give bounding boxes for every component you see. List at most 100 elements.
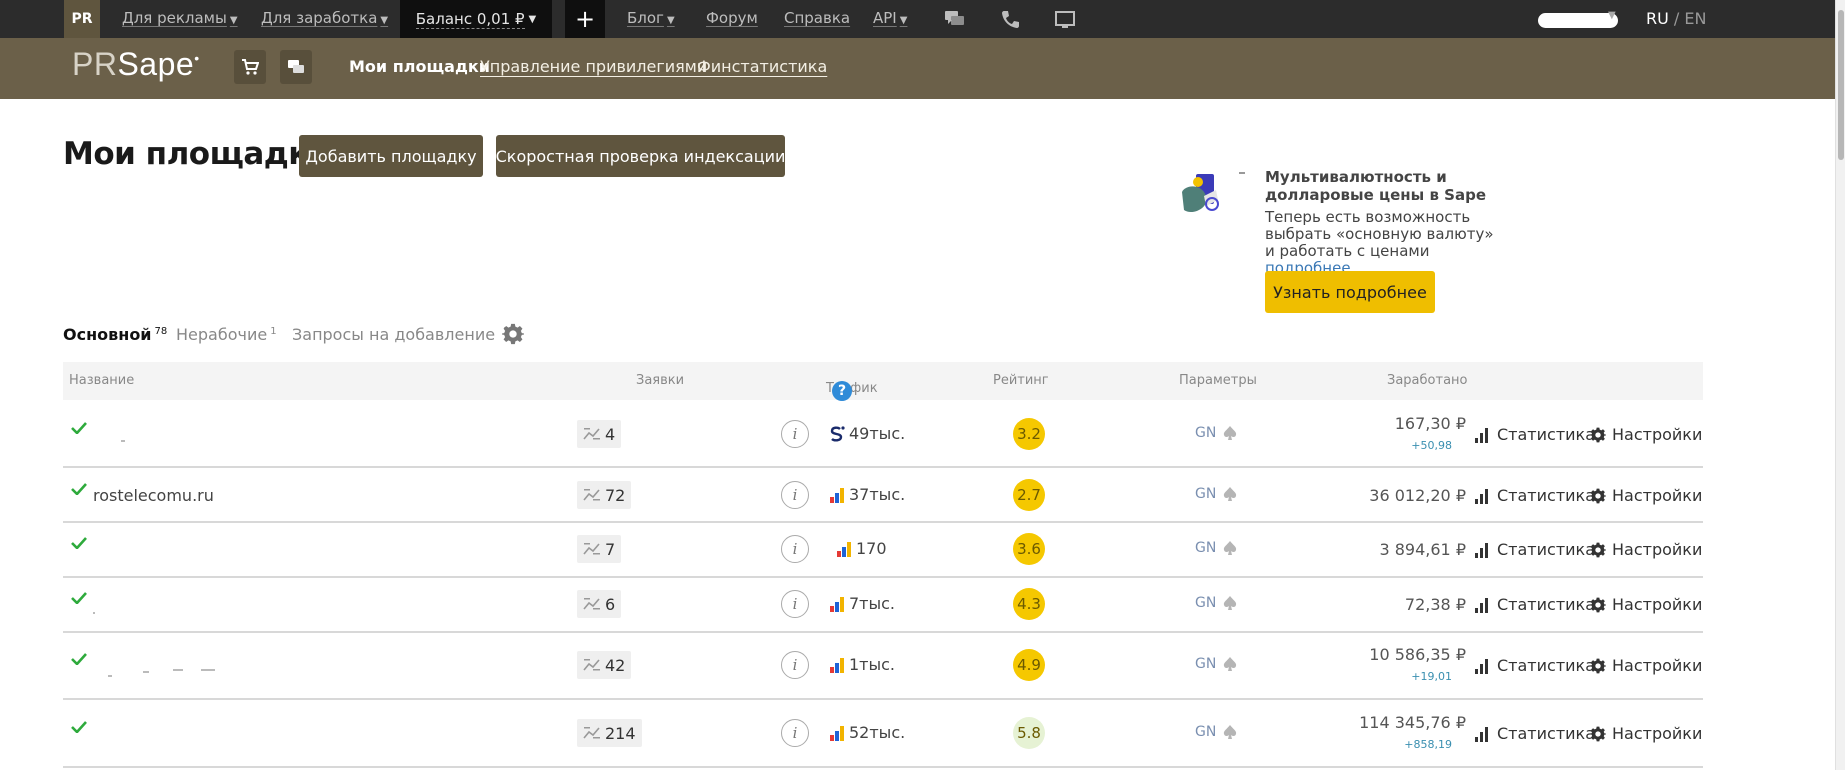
analytics-bars-icon xyxy=(830,657,844,673)
spade-icon xyxy=(1224,426,1237,440)
index-check-button[interactable]: Скоростная проверка индексации xyxy=(496,135,785,177)
nav-for-earning[interactable]: Для заработка ▼ xyxy=(261,9,388,27)
orders-count[interactable]: 4 xyxy=(577,420,622,448)
monitor-icon[interactable] xyxy=(1054,8,1076,30)
settings-link[interactable]: Настройки xyxy=(1590,656,1702,675)
settings-link[interactable]: Настройки xyxy=(1590,425,1702,444)
nav-finstat[interactable]: Финстатистика xyxy=(697,57,827,76)
gear-icon xyxy=(1590,658,1606,673)
nav-for-advertisers[interactable]: Для рекламы ▼ xyxy=(122,9,238,27)
earned-delta: +19,01 xyxy=(1411,670,1452,683)
statistics-link[interactable]: Статистика xyxy=(1475,486,1595,505)
tab-not-working[interactable]: Нерабочие 1 xyxy=(176,325,277,344)
settings-link[interactable]: Настройки xyxy=(1590,724,1702,743)
page-scrollbar[interactable] xyxy=(1835,0,1845,770)
gear-icon xyxy=(1590,427,1606,442)
check-icon xyxy=(71,721,87,733)
orders-count[interactable]: 42 xyxy=(577,651,632,679)
chat-icon xyxy=(288,60,304,73)
params-gn[interactable]: GN xyxy=(1195,595,1238,611)
help-icon[interactable]: ? xyxy=(832,381,852,401)
earned-delta: +858,19 xyxy=(1404,738,1452,751)
check-icon xyxy=(71,537,87,549)
user-menu[interactable] xyxy=(1538,13,1618,28)
col-name[interactable]: Название xyxy=(69,373,134,388)
scrollbar-thumb[interactable] xyxy=(1838,10,1844,160)
orders-count[interactable]: 7 xyxy=(577,535,622,563)
tab-main[interactable]: Основной 78 xyxy=(63,325,167,344)
chat-bubbles-icon[interactable] xyxy=(944,8,966,30)
nav-privileges[interactable]: Управление привилегиями xyxy=(480,57,707,76)
cart-button[interactable] xyxy=(234,50,266,84)
add-site-button[interactable]: Добавить площадку xyxy=(299,135,483,177)
nav-api[interactable]: API ▼ xyxy=(873,9,907,27)
balance-button[interactable]: Баланс 0,01 ₽ ▼ xyxy=(400,0,552,38)
settings-link[interactable]: Настройки xyxy=(1590,540,1702,559)
col-earned[interactable]: Заработано xyxy=(1387,373,1467,388)
statistics-link[interactable]: Статистика xyxy=(1475,595,1595,614)
traffic-value: 1тыс. xyxy=(829,655,895,674)
spade-icon xyxy=(1224,596,1237,610)
pr-badge[interactable]: PR xyxy=(64,0,100,38)
page-title: Мои площадки xyxy=(63,136,331,172)
earned-delta: +50,98 xyxy=(1411,439,1452,452)
nav-my-sites[interactable]: Мои площадки xyxy=(349,57,490,76)
col-orders[interactable]: Заявки xyxy=(636,373,684,388)
statistics-link[interactable]: Статистика xyxy=(1475,540,1595,559)
settings-link[interactable]: Настройки xyxy=(1590,486,1702,505)
gear-icon[interactable] xyxy=(502,323,524,345)
orders-count[interactable]: 214 xyxy=(577,719,642,747)
promo-title: Мультивалютность и долларовые цены в Sap… xyxy=(1265,168,1487,204)
info-icon[interactable]: i xyxy=(781,535,809,563)
col-params[interactable]: Параметры xyxy=(1179,373,1257,388)
spade-icon xyxy=(1224,541,1237,555)
info-icon[interactable]: i xyxy=(781,481,809,509)
params-gn[interactable]: GN xyxy=(1195,425,1238,441)
check-icon xyxy=(71,483,87,495)
params-gn[interactable]: GN xyxy=(1195,656,1238,672)
col-rating[interactable]: Рейтинг xyxy=(993,373,1049,388)
settings-link[interactable]: Настройки xyxy=(1590,595,1702,614)
caret-down-icon: ▼ xyxy=(666,15,675,26)
info-icon[interactable]: i xyxy=(781,420,809,448)
table-row: 7 i 170 3.6 GN 3 894,61 ₽ Статистика Настройки xyxy=(63,523,1703,578)
prsape-logo[interactable]: PRSape• xyxy=(72,46,200,83)
add-funds-button[interactable]: + xyxy=(565,0,605,38)
tab-add-requests[interactable]: Запросы на добавление3 xyxy=(292,325,509,344)
analytics-bars-icon xyxy=(837,541,851,557)
nav-help[interactable]: Справка xyxy=(784,9,850,27)
lang-en[interactable]: EN xyxy=(1684,9,1706,28)
promo-close-mark[interactable] xyxy=(1239,172,1245,174)
currency-promo-illustration xyxy=(1182,174,1219,213)
params-gn[interactable]: GN xyxy=(1195,486,1238,502)
messages-button[interactable] xyxy=(280,50,312,84)
traffic-value: 52тыс. xyxy=(829,723,905,742)
bar-chart-icon xyxy=(1475,658,1488,674)
rating-badge: 4.3 xyxy=(1013,588,1045,620)
nav-blog[interactable]: Блог ▼ xyxy=(627,9,675,27)
statistics-link[interactable]: Статистика xyxy=(1475,425,1595,444)
params-gn[interactable]: GN xyxy=(1195,724,1238,740)
orders-chart-icon xyxy=(583,598,600,610)
check-icon xyxy=(71,592,87,604)
caret-down-icon: ▼ xyxy=(380,15,389,26)
info-icon[interactable]: i xyxy=(781,590,809,618)
caret-down-icon[interactable]: ▼ xyxy=(1608,10,1616,21)
info-icon[interactable]: i xyxy=(781,651,809,679)
site-name[interactable]: rostelecomu.ru xyxy=(93,486,214,505)
orders-count[interactable]: 6 xyxy=(577,590,622,618)
phone-icon[interactable] xyxy=(999,8,1021,30)
bar-chart-icon xyxy=(1475,488,1488,504)
rating-badge: 4.9 xyxy=(1013,649,1045,681)
info-icon[interactable]: i xyxy=(781,719,809,747)
statistics-link[interactable]: Статистика xyxy=(1475,656,1595,675)
lang-ru[interactable]: RU xyxy=(1646,9,1669,28)
statistics-link[interactable]: Статистика xyxy=(1475,724,1595,743)
earned-amount: 3 894,61 ₽ xyxy=(1379,540,1466,559)
params-gn[interactable]: GN xyxy=(1195,540,1238,556)
learn-more-button[interactable]: Узнать подробнее xyxy=(1265,271,1435,313)
orders-chart-icon xyxy=(583,727,600,739)
table-row: rostelecomu.ru 72 i 37тыс. 2.7 GN 36 012,20 ₽ С… xyxy=(63,468,1703,523)
orders-count[interactable]: 72 xyxy=(577,481,632,509)
nav-forum[interactable]: Форум xyxy=(706,9,758,27)
